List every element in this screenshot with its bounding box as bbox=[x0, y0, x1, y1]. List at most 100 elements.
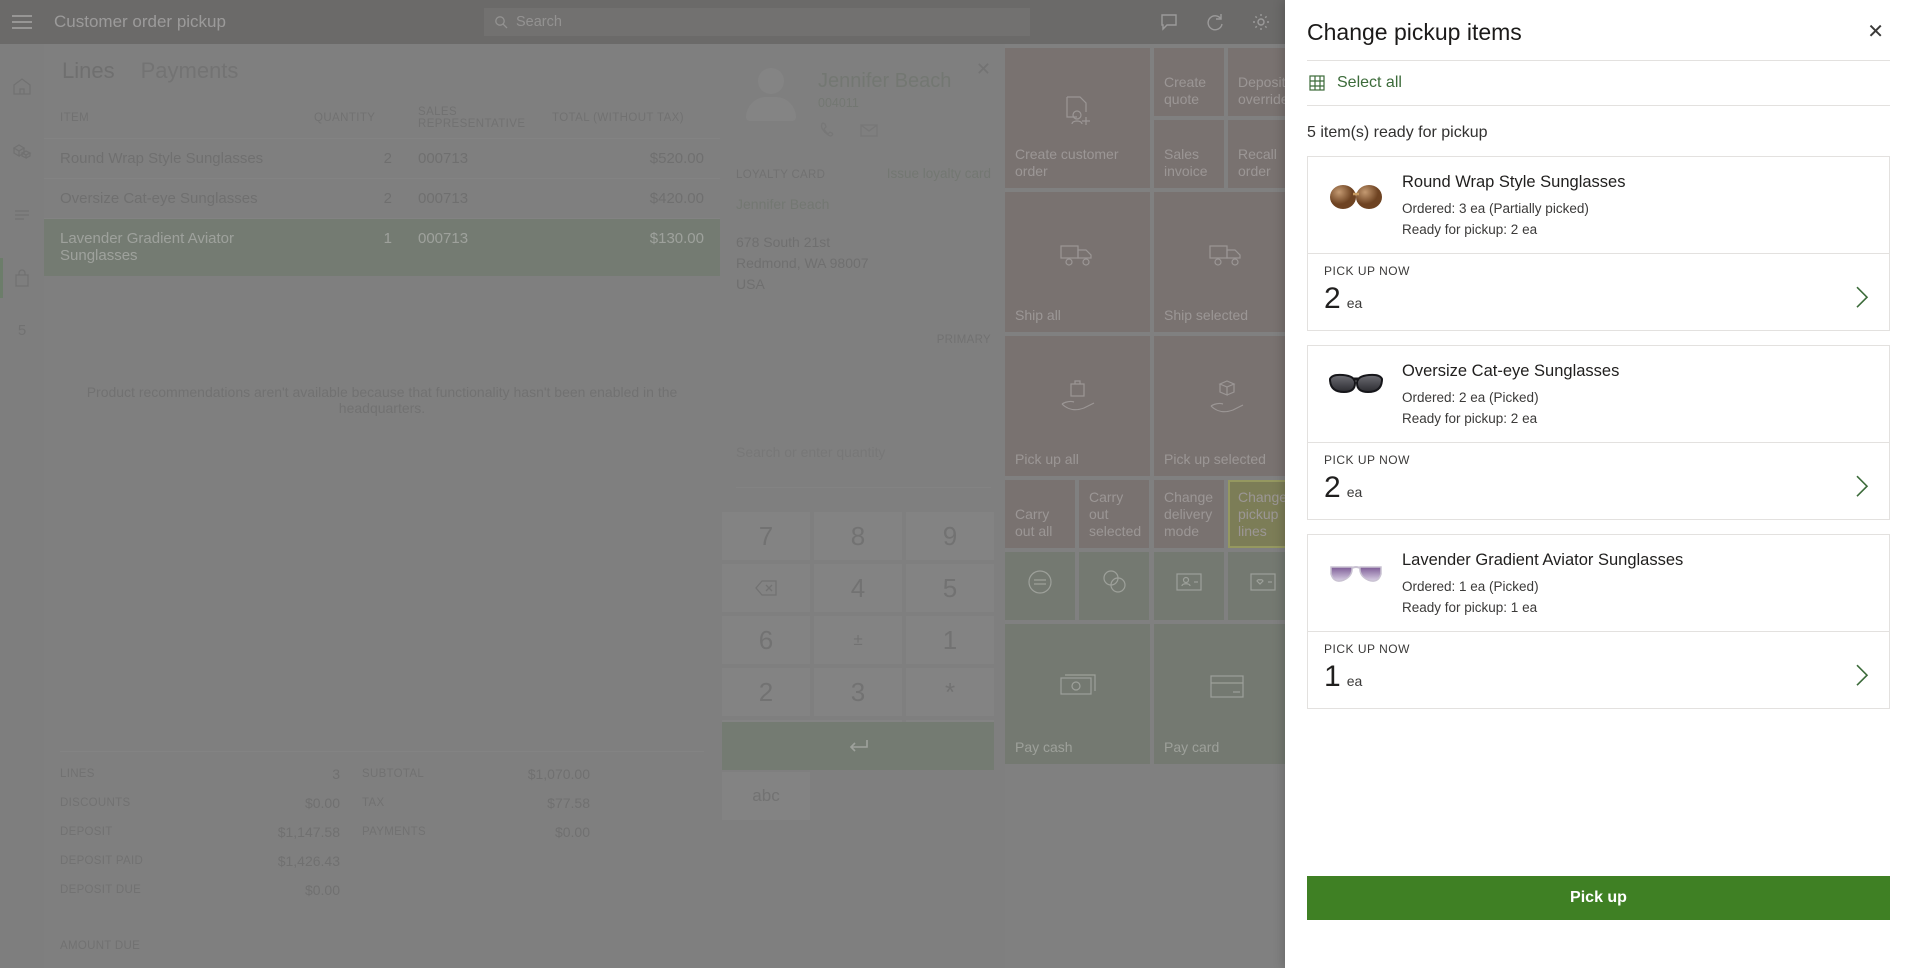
hamburger-icon[interactable] bbox=[0, 0, 44, 44]
pick-up-now-label: PICK UP NOW bbox=[1324, 453, 1873, 467]
tab-lines[interactable]: Lines bbox=[62, 58, 115, 90]
totals-label-tax: TAX bbox=[340, 797, 460, 809]
pickup-item-card[interactable]: Oversize Cat-eye Sunglasses Ordered: 2 e… bbox=[1307, 345, 1890, 520]
totals-label-deposit: DEPOSIT bbox=[60, 826, 210, 838]
numpad-enter-button[interactable] bbox=[722, 722, 994, 770]
top-bar: Customer order pickup Search bbox=[0, 0, 1285, 44]
numpad-key-9[interactable]: 9 bbox=[906, 512, 994, 560]
totals-section: LINES 3 SUBTOTAL $1,070.00 DISCOUNTS $0.… bbox=[60, 751, 704, 952]
tile-create-quote[interactable]: Create quote bbox=[1154, 48, 1224, 116]
tab-payments[interactable]: Payments bbox=[141, 58, 239, 90]
pickup-icon bbox=[1057, 380, 1099, 416]
tile-pay-cash[interactable]: Pay cash bbox=[1005, 624, 1150, 764]
pick-up-button[interactable]: Pick up bbox=[1307, 876, 1890, 920]
tile-change-delivery-mode[interactable]: Change delivery mode bbox=[1154, 480, 1224, 548]
numpad-key-1[interactable]: 1 bbox=[906, 616, 994, 664]
coins-icon bbox=[1099, 567, 1129, 597]
tile-pick-up-selected[interactable]: Pick up selected bbox=[1154, 336, 1299, 476]
tile-coins[interactable] bbox=[1079, 552, 1149, 620]
tile-carry-out-all[interactable]: Carry out all bbox=[1005, 480, 1075, 548]
tile-create-customer-order[interactable]: Create customer order bbox=[1005, 48, 1150, 188]
close-icon[interactable]: ✕ bbox=[1861, 18, 1890, 46]
totals-value-deposit-due: $0.00 bbox=[210, 882, 340, 898]
tile-label: Recall order bbox=[1238, 146, 1290, 180]
tile-pick-up-all[interactable]: Pick up all bbox=[1005, 336, 1150, 476]
numpad-key-6[interactable]: 6 bbox=[722, 616, 810, 664]
numpad-key-asterisk[interactable]: * bbox=[906, 668, 994, 716]
list-icon bbox=[11, 203, 33, 225]
table-row-selected[interactable]: Lavender Gradient Aviator Sunglasses 1 0… bbox=[44, 219, 720, 276]
phone-icon[interactable] bbox=[818, 120, 838, 140]
recommendation-note: Product recommendations aren't available… bbox=[44, 276, 720, 416]
numpad-key-abc[interactable]: abc bbox=[722, 772, 810, 820]
tile-discount[interactable] bbox=[1005, 552, 1075, 620]
numpad-key-4[interactable]: 4 bbox=[814, 564, 902, 612]
select-all-button[interactable]: Select all bbox=[1307, 60, 1890, 106]
numpad-key-3[interactable]: 3 bbox=[814, 668, 902, 716]
comment-icon[interactable] bbox=[1159, 12, 1179, 32]
pickup-item-card[interactable]: Round Wrap Style Sunglasses Ordered: 3 e… bbox=[1307, 156, 1890, 331]
tile-ship-selected[interactable]: Ship selected bbox=[1154, 192, 1299, 332]
totals-value-payments: $0.00 bbox=[460, 824, 590, 840]
loyalty-card-label: LOYALTY CARD bbox=[736, 169, 825, 181]
rail-item-products[interactable] bbox=[0, 128, 44, 172]
page-title: Customer order pickup bbox=[54, 12, 226, 32]
pickup-quantity-section[interactable]: PICK UP NOW 1 ea bbox=[1308, 631, 1889, 708]
totals-value-lines: 3 bbox=[210, 766, 340, 782]
change-pickup-items-panel: Change pickup items ✕ Select all 5 item(… bbox=[1285, 0, 1912, 968]
rail-item-home[interactable] bbox=[0, 64, 44, 108]
pickup-item-text: Oversize Cat-eye Sunglasses Ordered: 2 e… bbox=[1402, 360, 1619, 428]
tile-sales-invoice[interactable]: Sales invoice bbox=[1154, 120, 1224, 188]
chevron-right-icon[interactable] bbox=[1851, 282, 1873, 317]
gear-icon[interactable] bbox=[1251, 12, 1271, 32]
numpad-key-2[interactable]: 2 bbox=[722, 668, 810, 716]
quantity-input-placeholder[interactable]: Search or enter quantity bbox=[736, 444, 885, 460]
rail-item-list[interactable] bbox=[0, 192, 44, 236]
tile-label: Carry out all bbox=[1015, 506, 1067, 540]
tile-label: Pay card bbox=[1164, 739, 1291, 756]
numpad-key-plusminus[interactable]: ± bbox=[814, 616, 902, 664]
pickup-item-card[interactable]: Lavender Gradient Aviator Sunglasses Ord… bbox=[1307, 534, 1890, 709]
tile-pay-card[interactable]: Pay card bbox=[1154, 624, 1299, 764]
pickup-item-ready: Ready for pickup: 2 ea bbox=[1402, 220, 1625, 239]
primary-badge: PRIMARY bbox=[937, 334, 991, 346]
avatar bbox=[742, 68, 800, 126]
tile-label: Ship selected bbox=[1164, 307, 1291, 324]
refresh-icon[interactable] bbox=[1205, 12, 1225, 32]
tile-carry-out-selected[interactable]: Carry out selected bbox=[1079, 480, 1149, 548]
close-icon[interactable]: ✕ bbox=[976, 60, 991, 78]
address-line-1: 678 South 21st bbox=[736, 232, 869, 253]
tab-bar: Lines Payments bbox=[44, 44, 720, 90]
pickup-quantity-section[interactable]: PICK UP NOW 2 ea bbox=[1308, 253, 1889, 330]
rail-item-cart[interactable] bbox=[0, 256, 44, 300]
pickup-quantity-section[interactable]: PICK UP NOW 2 ea bbox=[1308, 442, 1889, 519]
pickup-item-info: Lavender Gradient Aviator Sunglasses Ord… bbox=[1308, 535, 1889, 631]
totals-label-discounts: DISCOUNTS bbox=[60, 797, 210, 809]
tile-label: Sales invoice bbox=[1164, 146, 1216, 180]
tile-label: Pick up all bbox=[1015, 451, 1142, 468]
table-row[interactable]: Oversize Cat-eye Sunglasses 2 000713 $42… bbox=[44, 179, 720, 219]
col-total: TOTAL (WITHOUT TAX) bbox=[552, 98, 720, 139]
chevron-right-icon[interactable] bbox=[1851, 660, 1873, 695]
pick-up-now-label: PICK UP NOW bbox=[1324, 264, 1873, 278]
numpad-key-5[interactable]: 5 bbox=[906, 564, 994, 612]
pick-up-now-label: PICK UP NOW bbox=[1324, 642, 1873, 656]
chevron-right-icon[interactable] bbox=[1851, 471, 1873, 506]
search-input[interactable]: Search bbox=[484, 8, 1030, 36]
tile-card-person[interactable] bbox=[1154, 552, 1224, 620]
numpad-key-backspace[interactable] bbox=[722, 564, 810, 612]
flyout-header: Change pickup items ✕ bbox=[1285, 0, 1912, 46]
tile-ship-all[interactable]: Ship all bbox=[1005, 192, 1150, 332]
numpad-key-8[interactable]: 8 bbox=[814, 512, 902, 560]
enter-icon bbox=[845, 736, 871, 756]
search-placeholder: Search bbox=[516, 14, 562, 30]
gift-card-icon bbox=[1247, 570, 1279, 594]
pickup-quantity-line: 1 ea bbox=[1324, 660, 1873, 694]
issue-loyalty-card-link[interactable]: Issue loyalty card bbox=[887, 166, 991, 181]
totals-value-subtotal: $1,070.00 bbox=[460, 766, 590, 782]
numpad-key-7[interactable]: 7 bbox=[722, 512, 810, 560]
table-row[interactable]: Round Wrap Style Sunglasses 2 000713 $52… bbox=[44, 139, 720, 179]
customer-contact-icons bbox=[818, 120, 880, 140]
round-wrap-sunglasses-thumb bbox=[1324, 171, 1388, 223]
mail-icon[interactable] bbox=[858, 120, 880, 140]
